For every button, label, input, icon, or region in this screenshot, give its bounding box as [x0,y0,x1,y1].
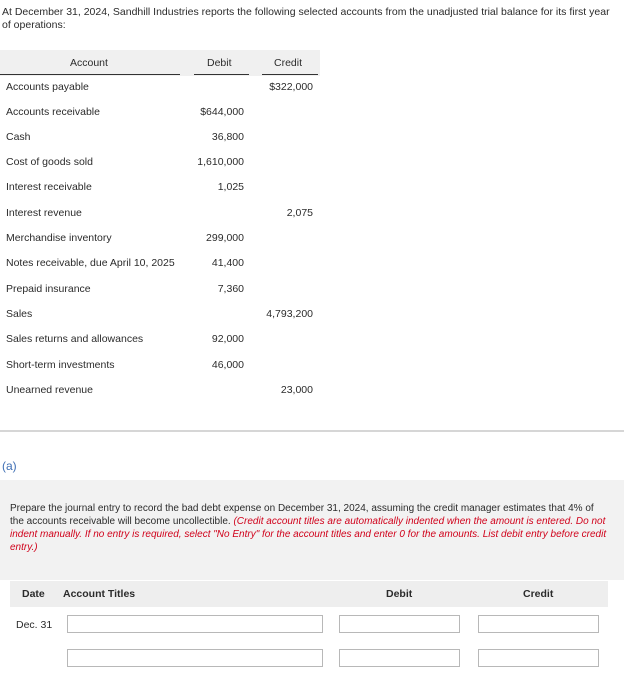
table-row: Notes receivable, due April 10, 2025 41,… [0,252,320,277]
debit-amount: 41,400 [211,257,244,269]
account-name: Merchandise inventory [6,232,112,244]
section-divider [0,430,624,432]
journal-entry-header: Date Account Titles Debit Credit [10,581,608,607]
column-header-credit: Credit [274,57,303,69]
trial-balance-header: Account Debit Credit [0,50,320,76]
instruction-panel: Prepare the journal entry to record the … [0,480,624,580]
table-row: Accounts payable $322,000 [0,76,320,101]
credit-amount: 23,000 [280,384,313,396]
table-row: Accounts receivable $644,000 [0,101,320,126]
column-header-account-titles: Account Titles [63,588,136,600]
account-name: Short-term investments [6,359,115,371]
account-title-input[interactable] [67,615,323,633]
credit-input[interactable] [478,649,599,667]
debit-amount: 1,610,000 [197,156,244,168]
column-header-account: Account [70,57,108,69]
debit-amount: 7,360 [217,283,244,295]
header-rule-credit [262,74,318,75]
debit-input[interactable] [339,649,460,667]
debit-amount: 1,025 [217,181,244,193]
table-row: Merchandise inventory 299,000 [0,227,320,252]
table-row: Cost of goods sold 1,610,000 [0,151,320,176]
table-row: Short-term investments 46,000 [0,354,320,379]
credit-amount: 4,793,200 [266,308,313,320]
account-name: Unearned revenue [6,384,93,396]
account-name: Interest receivable [6,181,92,193]
credit-amount: 2,075 [286,207,313,219]
table-row: Prepaid insurance 7,360 [0,278,320,303]
account-name: Sales [6,308,33,320]
header-rule-account [0,74,180,75]
instruction-text: Prepare the journal entry to record the … [10,502,610,554]
account-name: Cost of goods sold [6,156,93,168]
account-name: Cash [6,131,31,143]
account-name: Interest revenue [6,207,82,219]
debit-amount: 36,800 [211,131,244,143]
debit-amount: $644,000 [200,106,244,118]
account-name: Accounts payable [6,81,89,93]
table-row: Interest revenue 2,075 [0,202,320,227]
column-header-date: Date [22,588,45,600]
credit-input[interactable] [478,615,599,633]
account-name: Sales returns and allowances [6,333,144,345]
account-name: Prepaid insurance [6,283,91,295]
table-row: Cash 36,800 [0,126,320,151]
journal-entry-row [10,646,608,674]
credit-amount: $322,000 [269,81,313,93]
header-rule-debit [194,74,249,75]
column-header-debit: Debit [207,57,232,69]
table-row: Sales 4,793,200 [0,303,320,328]
account-title-input[interactable] [67,649,323,667]
debit-amount: 46,000 [211,359,244,371]
table-row: Unearned revenue 23,000 [0,379,320,404]
journal-entry-row: Dec. 31 [10,612,608,640]
account-name: Notes receivable, due April 10, 2025 [6,257,175,269]
intro-text: At December 31, 2024, Sandhill Industrie… [2,6,610,31]
account-name: Accounts receivable [6,106,100,118]
entry-date: Dec. 31 [16,619,53,631]
debit-input[interactable] [339,615,460,633]
column-header-debit: Debit [386,588,413,600]
column-header-credit: Credit [523,588,554,600]
table-row: Sales returns and allowances 92,000 [0,328,320,353]
debit-amount: 92,000 [211,333,244,345]
debit-amount: 299,000 [206,232,244,244]
table-row: Interest receivable 1,025 [0,176,320,201]
part-label: (a) [2,459,17,473]
